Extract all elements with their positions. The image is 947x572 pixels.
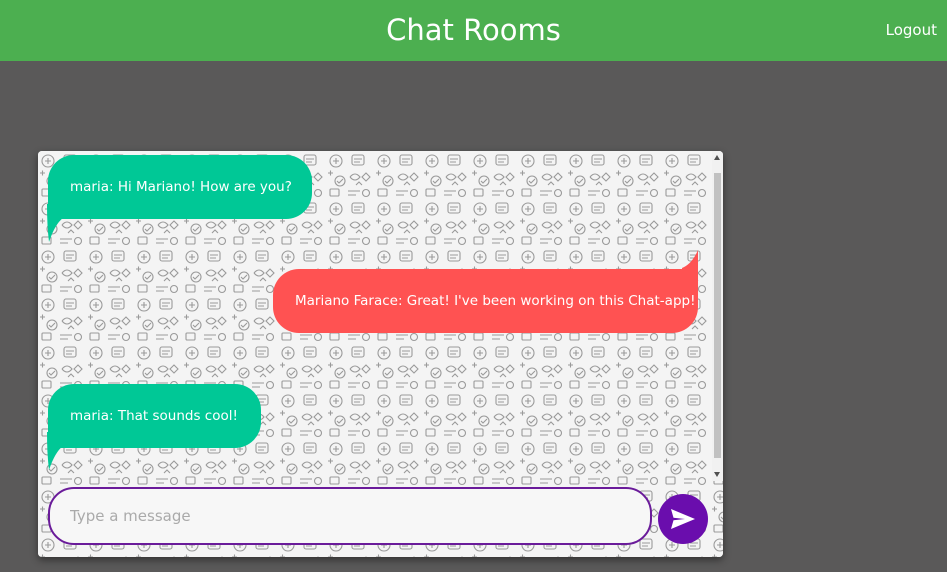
scrollbar-thumb[interactable] (714, 173, 721, 458)
chat-window: maria: Hi Mariano! How are you? Mariano … (38, 151, 723, 557)
message-input[interactable] (48, 487, 652, 545)
send-icon (671, 509, 695, 529)
message-text: maria: Hi Mariano! How are you? (70, 179, 292, 195)
logout-button[interactable]: Logout (886, 20, 937, 40)
messages-scrollbar[interactable] (712, 151, 723, 481)
message-list[interactable]: maria: Hi Mariano! How are you? Mariano … (38, 151, 712, 481)
message-bubble-incoming: maria: That sounds cool! (48, 384, 261, 448)
app-header: Chat Rooms Logout (0, 0, 947, 61)
message-text: maria: That sounds cool! (70, 408, 238, 424)
send-button[interactable] (658, 494, 708, 544)
message-text: Mariano Farace: Great! I've been working… (295, 293, 696, 309)
message-composer (38, 481, 723, 557)
page-title: Chat Rooms (386, 13, 561, 47)
message-bubble-incoming: maria: Hi Mariano! How are you? (48, 155, 312, 219)
scroll-up-icon[interactable] (714, 155, 720, 160)
message-bubble-outgoing: Mariano Farace: Great! I've been working… (273, 269, 698, 333)
scroll-down-icon[interactable] (714, 472, 720, 477)
